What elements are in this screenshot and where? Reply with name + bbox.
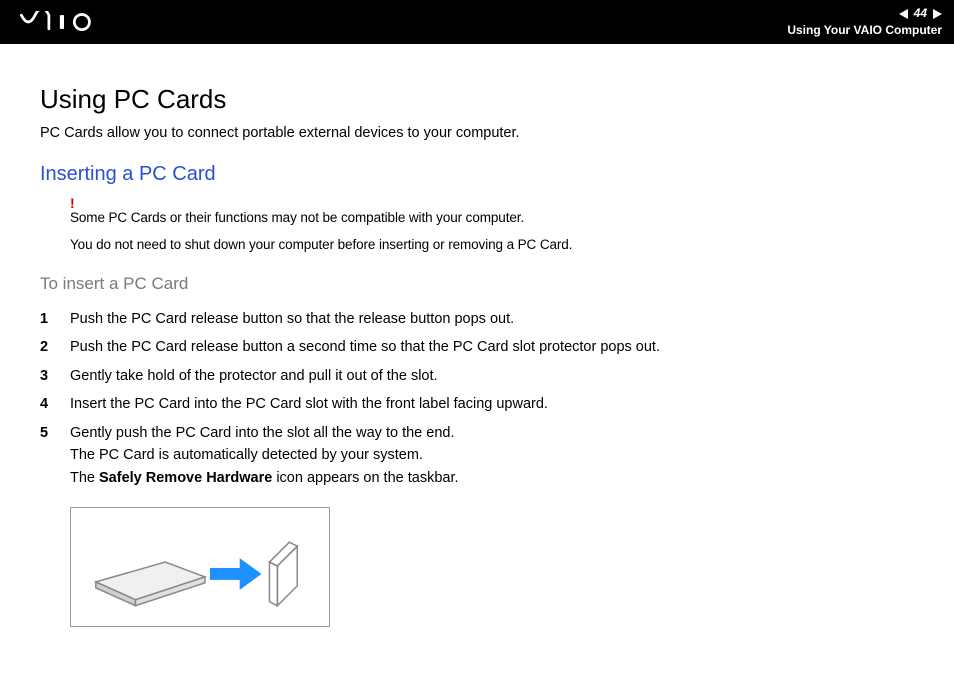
step-line: Gently push the PC Card into the slot al… [70,425,454,441]
step-line-bold: Safely Remove Hardware [99,470,272,486]
note-text: Some PC Cards or their functions may not… [70,210,914,225]
intro-text: PC Cards allow you to connect portable e… [40,125,914,141]
step-item: Push the PC Card release button a second… [40,336,914,358]
pc-card-illustration [70,507,330,627]
warning-icon: ! [70,196,914,210]
page-title: Using PC Cards [40,84,914,115]
step-line-part: icon appears on the taskbar. [272,470,458,486]
step-item: Gently take hold of the protector and pu… [40,365,914,387]
header-right: 44 Using Your VAIO Computer [787,6,942,38]
step-text: Insert the PC Card into the PC Card slot… [70,393,914,415]
step-item: Push the PC Card release button so that … [40,308,914,330]
note-text: You do not need to shut down your comput… [70,237,914,252]
subsection-heading: To insert a PC Card [40,274,914,294]
note-block: ! Some PC Cards or their functions may n… [70,196,914,252]
step-text: Gently take hold of the protector and pu… [70,365,914,387]
steps-list: Push the PC Card release button so that … [40,308,914,489]
breadcrumb: Using Your VAIO Computer [787,23,942,39]
header-bar: 44 Using Your VAIO Computer [0,0,954,44]
section-heading: Inserting a PC Card [40,163,914,186]
page-content: Using PC Cards PC Cards allow you to con… [0,44,954,647]
page-nav: 44 [899,6,942,22]
step-line: The PC Card is automatically detected by… [70,447,423,463]
step-text: Push the PC Card release button so that … [70,308,914,330]
step-line-part: The [70,470,99,486]
step-item: Gently push the PC Card into the slot al… [40,422,914,489]
step-item: Insert the PC Card into the PC Card slot… [40,393,914,415]
page-number: 44 [914,6,927,22]
prev-page-arrow-icon[interactable] [899,9,908,19]
next-page-arrow-icon[interactable] [933,9,942,19]
step-text: Gently push the PC Card into the slot al… [70,422,914,489]
vaio-logo [20,11,130,33]
step-text: Push the PC Card release button a second… [70,336,914,358]
